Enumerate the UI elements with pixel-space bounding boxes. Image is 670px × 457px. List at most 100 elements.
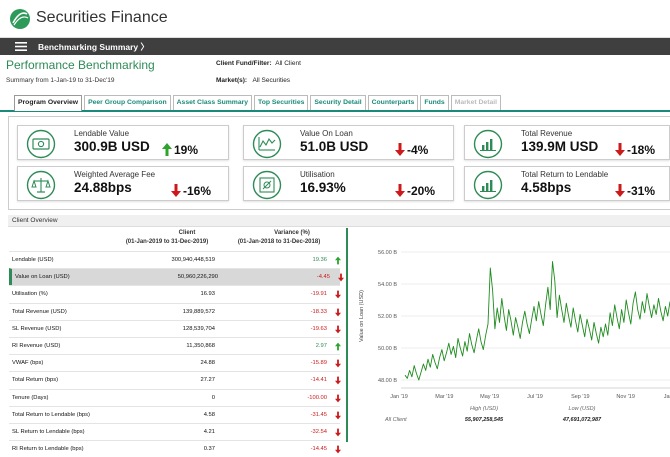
hamburger-menu-icon[interactable] <box>15 42 27 51</box>
stat-low-label: Low (USD) <box>569 406 596 412</box>
row-variance-value: 2.97 <box>315 342 327 349</box>
row-label: Utilisation (%) <box>12 291 48 298</box>
filter-label: Client Fund/Filter: <box>216 60 272 67</box>
kpi-card-total-revenue[interactable]: Total Revenue 139.9M USD -18% <box>464 125 670 160</box>
y-tick-label: 48.00 B <box>378 378 397 384</box>
table-row[interactable]: Lendable (USD) 300,940,448,519 19.36 <box>9 251 341 268</box>
bar-chart-icon <box>473 170 503 200</box>
kpi-change: -31% <box>615 184 655 198</box>
filter-value[interactable]: All Client <box>275 60 301 67</box>
kpi-label: Total Revenue <box>521 129 573 138</box>
kpi-card-value-on-loan[interactable]: Value On Loan 51.0B USD -4% <box>243 125 454 160</box>
kpi-card-total-return-to-lendable[interactable]: Total Return to Lendable 4.58bps -31% <box>464 166 670 201</box>
kpi-card-lendable-value[interactable]: Lendable Value 300.9B USD 19% <box>17 125 229 160</box>
arrow-down-icon <box>335 290 341 299</box>
y-tick-label: 54.00 B <box>378 282 397 288</box>
row-client-value: 139,889,572 <box>182 308 215 315</box>
col-variance-subheader: (01-Jan-2018 to 31-Dec-2018) <box>237 239 321 245</box>
table-row[interactable]: Utilisation (%) 16.93 -19.91 <box>9 285 341 302</box>
arrow-up-icon <box>335 342 341 351</box>
x-tick-label: Mar '19 <box>435 394 453 400</box>
table-row[interactable]: Tenure (Days) 0 -100.00 <box>9 388 341 406</box>
market-value[interactable]: All Securities <box>252 77 290 84</box>
tab-market-detail: Market Detail <box>450 95 502 110</box>
kpi-card-weighted-average-fee[interactable]: Weighted Average Fee 24.88bps -16% <box>17 166 229 201</box>
row-client-value: 11,350,868 <box>186 342 215 349</box>
row-variance-value: -31.45 <box>310 411 327 418</box>
row-client-value: 4.58 <box>203 411 215 418</box>
tab-counterparts[interactable]: Counterparts <box>367 95 419 110</box>
tab-program-overview[interactable]: Program Overview <box>14 95 83 111</box>
row-variance-value: -14.45 <box>310 446 327 453</box>
row-label: Total Revenue (USD) <box>12 308 67 315</box>
table-row[interactable]: Total Return to Lendable (bps) 4.58 -31.45 <box>9 405 341 423</box>
arrow-down-icon <box>335 428 341 437</box>
col-variance-header: Variance (%) <box>274 230 310 236</box>
row-label: VWAF (bps) <box>12 360 44 367</box>
table-row[interactable]: RI Return to Lendable (bps) 0.37 -14.45 <box>9 440 341 457</box>
kpi-label: Weighted Average Fee <box>74 170 156 179</box>
col-client-subheader: (01-Jan-2019 to 31-Dec-2019) <box>125 239 209 245</box>
x-tick-label: May '19 <box>480 394 499 400</box>
table-row[interactable]: Value on Loan (USD) 50,960,226,290 -4.45 <box>9 268 344 286</box>
stat-low-value: 47,691,072,987 <box>562 417 602 423</box>
app-title: Securities Finance <box>36 9 168 26</box>
stat-high-label: High (USD) <box>470 406 498 412</box>
tab-security-detail[interactable]: Security Detail <box>310 95 366 110</box>
arrow-down-icon <box>171 184 181 197</box>
arrow-down-icon <box>395 184 405 197</box>
row-variance-value: -14.41 <box>310 377 327 384</box>
table-row[interactable]: Total Revenue (USD) 139,889,572 -18.33 <box>9 302 341 320</box>
arrow-down-icon <box>395 143 405 156</box>
row-client-value: 24.88 <box>200 360 215 367</box>
table-row[interactable]: RI Revenue (USD) 11,350,868 2.97 <box>9 336 341 354</box>
tab-asset-class-summary[interactable]: Asset Class Summary <box>172 95 253 110</box>
tab-list: Program Overview Peer Group Comparison Ass… <box>14 95 502 111</box>
row-client-value: 27.27 <box>200 377 215 384</box>
table-row[interactable]: SL Revenue (USD) 128,539,704 -19.63 <box>9 319 341 337</box>
page-title: Performance Benchmarking <box>6 58 155 72</box>
row-label: SL Return to Lendable (bps) <box>12 428 85 435</box>
tab-top-securities[interactable]: Top Securities <box>254 95 309 110</box>
row-client-value: 16.93 <box>200 291 215 298</box>
row-label: RI Return to Lendable (bps) <box>12 446 84 453</box>
row-client-value: 50,960,226,290 <box>177 274 218 281</box>
row-client-value: 4.21 <box>203 428 215 435</box>
table-row[interactable]: Total Return (bps) 27.27 -14.41 <box>9 371 341 388</box>
client-overview-title: Client Overview <box>12 217 58 224</box>
kpi-value: 300.9B USD <box>74 139 150 154</box>
client-overview-header <box>8 215 670 227</box>
market-label: Market(s): <box>216 77 248 84</box>
kpi-change: 19% <box>162 143 198 157</box>
arrow-down-icon <box>338 273 344 282</box>
arrow-down-icon <box>335 445 341 454</box>
row-variance-value: 19.36 <box>312 257 327 263</box>
row-label: RI Revenue (USD) <box>12 342 61 349</box>
series-line <box>404 261 670 381</box>
row-label: SL Revenue (USD) <box>12 325 62 332</box>
tab-funds[interactable]: Funds <box>420 95 449 110</box>
row-client-value: 300,940,448,519 <box>171 257 215 263</box>
kpi-value: 16.93% <box>300 180 346 195</box>
arrow-down-icon <box>335 376 341 385</box>
row-client-value: 128,539,704 <box>182 325 215 332</box>
x-tick-label: Jan '19 <box>390 394 408 400</box>
arrow-up-icon <box>162 143 172 156</box>
kpi-label: Total Return to Lendable <box>521 170 609 179</box>
breadcrumb[interactable]: Benchmarking Summary 〉 <box>38 41 149 53</box>
kpi-card-utilisation[interactable]: Utilisation 16.93% -20% <box>243 166 454 201</box>
kpi-change: -16% <box>171 184 211 198</box>
app-header: Securities Finance <box>0 0 670 38</box>
kpi-label: Lendable Value <box>74 129 130 138</box>
table-row[interactable]: SL Return to Lendable (bps) 4.21 -32.54 <box>9 422 341 440</box>
kpi-change-value: -18% <box>627 143 656 157</box>
row-label: Lendable (USD) <box>12 257 54 263</box>
kpi-value: 24.88bps <box>74 180 132 195</box>
table-row[interactable]: VWAF (bps) 24.88 -15.89 <box>9 354 341 371</box>
kpi-change: -18% <box>615 143 655 157</box>
arrow-down-icon <box>335 411 341 420</box>
y-tick-label: 50.00 B <box>378 346 397 352</box>
row-label: Value on Loan (USD) <box>15 274 70 281</box>
row-label: Total Return to Lendable (bps) <box>12 411 90 418</box>
tab-peer-group-comparison[interactable]: Peer Group Comparison <box>84 95 171 110</box>
